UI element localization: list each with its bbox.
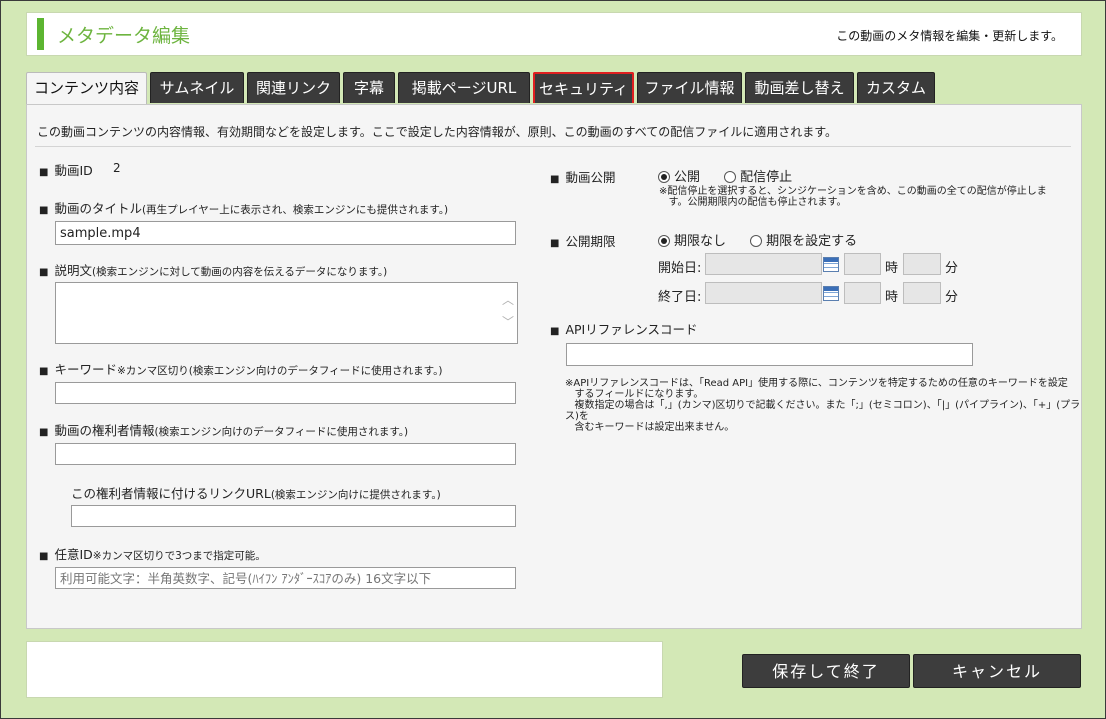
- period-radio-set[interactable]: [750, 235, 763, 247]
- start-minute-label: 分: [945, 261, 959, 276]
- page-title: メタデータ編集: [57, 25, 191, 47]
- start-hour-input[interactable]: [844, 253, 881, 275]
- api-note: ※APIリファレンスコードは、「Read API」使用する際に、コンテンツを特定…: [565, 378, 1081, 433]
- publish-note: ※配信停止を選択すると、シンジケーションを含め、この動画の全ての配信が停止しま …: [659, 186, 1047, 208]
- panel-intro: この動画コンテンツの内容情報、有効期間などを設定します。ここで設定した内容情報が…: [37, 125, 838, 139]
- calendar-icon[interactable]: [823, 257, 839, 272]
- optional-id-label: ■ 任意ID※カンマ区切りで3つまで指定可能。: [39, 547, 266, 562]
- period-radio-group: 期限なし 期限を設定する: [658, 230, 857, 249]
- tab-page-url[interactable]: 掲載ページURL: [398, 72, 530, 103]
- start-date-input[interactable]: [705, 253, 822, 275]
- rights-label: ■ 動画の権利者情報(検索エンジン向けのデータフィードに使用されます。): [39, 423, 409, 438]
- period-option-none[interactable]: 期限なし: [674, 234, 726, 249]
- optional-id-input[interactable]: [55, 567, 516, 589]
- description-textarea[interactable]: ︿ ﹀: [55, 282, 518, 344]
- tab-file-info[interactable]: ファイル情報: [637, 72, 742, 103]
- rights-link-input[interactable]: [71, 505, 516, 527]
- end-minute-label: 分: [945, 290, 959, 305]
- publish-label: ■ 動画公開: [550, 170, 616, 185]
- title-label: ■ 動画のタイトル(再生プレイヤー上に表示され、検索エンジンにも提供されます。): [39, 201, 449, 216]
- header-accent-bar: [37, 18, 44, 50]
- start-date-label: 開始日:: [658, 261, 702, 276]
- page-header: メタデータ編集 この動画のメタ情報を編集・更新します。: [26, 12, 1082, 56]
- video-id-value: 2: [113, 161, 121, 175]
- end-hour-input[interactable]: [844, 282, 881, 304]
- publish-radio-group: 公開 配信停止: [658, 166, 792, 185]
- tab-replace-video[interactable]: 動画差し替え: [745, 72, 854, 103]
- calendar-icon[interactable]: [823, 286, 839, 301]
- keyword-label: ■ キーワード※カンマ区切り(検索エンジン向けのデータフィードに使用されます。): [39, 362, 443, 377]
- end-date-input[interactable]: [705, 282, 822, 304]
- period-label: ■ 公開期限: [550, 234, 616, 249]
- textarea-scrollbar[interactable]: ︿ ﹀: [501, 289, 515, 339]
- tab-subtitles[interactable]: 字幕: [343, 72, 395, 103]
- end-date-label: 終了日:: [658, 290, 702, 305]
- title-input[interactable]: [55, 221, 516, 245]
- start-minute-input[interactable]: [903, 253, 941, 275]
- publish-option-on[interactable]: 公開: [674, 170, 700, 185]
- description-label: ■ 説明文(検索エンジンに対して動画の内容を伝えるデータになります。): [39, 263, 388, 278]
- divider: [35, 146, 1071, 147]
- content-panel: この動画コンテンツの内容情報、有効期間などを設定します。ここで設定した内容情報が…: [26, 104, 1082, 629]
- api-label: ■ APIリファレンスコード: [550, 322, 698, 337]
- publish-option-off[interactable]: 配信停止: [740, 170, 792, 185]
- page-description: この動画のメタ情報を編集・更新します。: [836, 29, 1063, 43]
- publish-radio-on[interactable]: [658, 171, 670, 183]
- rights-input[interactable]: [55, 443, 516, 465]
- tab-content[interactable]: コンテンツ内容: [26, 72, 147, 105]
- publish-radio-off[interactable]: [724, 171, 737, 183]
- tab-security[interactable]: セキュリティ: [533, 72, 634, 103]
- cancel-button[interactable]: キャンセル: [913, 654, 1081, 688]
- rights-link-label: この権利者情報に付けるリンクURL(検索エンジン向けに提供されます。): [71, 486, 441, 501]
- start-hour-label: 時: [885, 261, 899, 276]
- tab-related-links[interactable]: 関連リンク: [247, 72, 340, 103]
- video-id-label: ■ 動画ID: [39, 163, 93, 178]
- end-hour-label: 時: [885, 290, 899, 305]
- end-minute-input[interactable]: [903, 282, 941, 304]
- tab-custom[interactable]: カスタム: [857, 72, 935, 103]
- period-option-set[interactable]: 期限を設定する: [766, 234, 857, 249]
- footer-message-area: [26, 641, 663, 698]
- tab-thumbnail[interactable]: サムネイル: [150, 72, 244, 103]
- api-reference-input[interactable]: [566, 343, 973, 366]
- period-radio-none[interactable]: [658, 235, 670, 247]
- keyword-input[interactable]: [55, 382, 516, 404]
- save-button[interactable]: 保存して終了: [742, 654, 910, 688]
